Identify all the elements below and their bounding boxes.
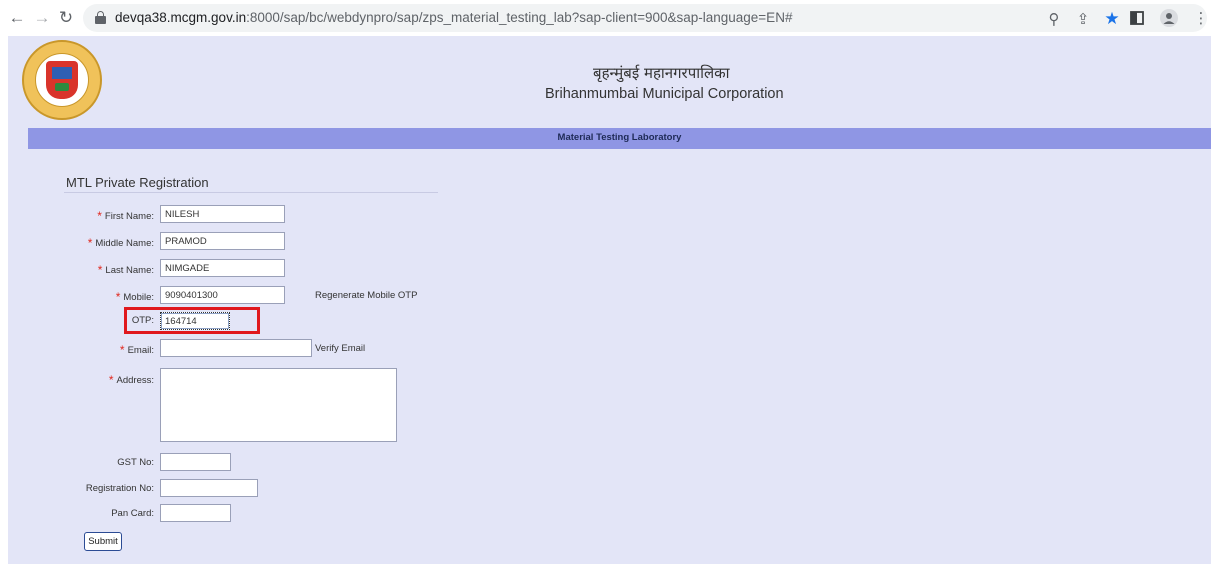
reload-icon[interactable]: ↻ — [55, 7, 77, 29]
pan-card-label: Pan Card: — [111, 508, 154, 519]
scrollbar[interactable] — [1211, 36, 1219, 564]
bmc-logo — [22, 40, 102, 120]
required-marker: * — [87, 236, 93, 250]
more-menu-icon[interactable]: ⋮ — [1192, 9, 1210, 27]
title-banner: Material Testing Laboratory — [28, 128, 1211, 149]
org-name-hindi: बृहन्मुंबई महानगरपालिका — [593, 64, 730, 82]
regenerate-mobile-otp-link[interactable]: Regenerate Mobile OTP — [315, 290, 417, 301]
required-marker: * — [97, 263, 103, 277]
forward-arrow-icon[interactable]: → — [31, 7, 53, 29]
first-name-input[interactable] — [160, 205, 285, 223]
gst-label: GST No: — [117, 457, 154, 468]
bookmark-star-icon[interactable]: ★ — [1103, 9, 1121, 28]
middle-name-label: * Middle Name: — [87, 236, 154, 250]
browser-toolbar: ← → ↻ devqa38.mcgm.gov.in:8000/sap/bc/we… — [0, 0, 1219, 36]
mobile-input[interactable] — [160, 286, 285, 304]
profile-icon[interactable] — [1160, 9, 1178, 27]
address-bar[interactable]: devqa38.mcgm.gov.in:8000/sap/bc/webdynpr… — [83, 4, 1207, 32]
gst-input[interactable] — [160, 453, 231, 471]
mobile-label: * Mobile: — [115, 290, 154, 304]
registration-label: Registration No: — [85, 483, 154, 494]
application-area: बृहन्मुंबई महानगरपालिका Brihanmumbai Mun… — [8, 36, 1211, 564]
org-name-english: Brihanmumbai Municipal Corporation — [545, 86, 784, 102]
email-label: * Email: — [119, 343, 154, 357]
last-name-input[interactable] — [160, 259, 285, 277]
required-marker: * — [115, 290, 121, 304]
last-name-label: * Last Name: — [97, 263, 154, 277]
back-arrow-icon[interactable]: ← — [6, 7, 28, 29]
verify-email-link[interactable]: Verify Email — [315, 343, 365, 354]
registration-input[interactable] — [160, 479, 258, 497]
address-label: * Address: — [108, 373, 154, 387]
address-textarea[interactable] — [160, 368, 397, 442]
pan-card-input[interactable] — [160, 504, 231, 522]
required-marker: * — [119, 343, 125, 357]
form-title: MTL Private Registration — [66, 175, 209, 190]
otp-highlight-box — [124, 307, 260, 334]
first-name-label: * First Name: — [97, 209, 154, 223]
submit-button[interactable]: Submit — [84, 532, 122, 551]
side-panel-icon[interactable] — [1128, 9, 1146, 27]
page-viewport: बृहन्मुंबई महानगरपालिका Brihanmumbai Mun… — [0, 36, 1219, 564]
required-marker: * — [97, 209, 102, 223]
share-icon[interactable]: ⇪ — [1074, 10, 1092, 28]
url-text[interactable]: devqa38.mcgm.gov.in:8000/sap/bc/webdynpr… — [115, 10, 792, 25]
zoom-icon[interactable]: ⚲ — [1045, 10, 1063, 28]
banner-title: Material Testing Laboratory — [557, 132, 682, 143]
form-divider — [64, 192, 438, 193]
lock-icon[interactable] — [95, 11, 106, 24]
email-input[interactable] — [160, 339, 312, 357]
middle-name-input[interactable] — [160, 232, 285, 250]
required-marker: * — [108, 373, 114, 387]
